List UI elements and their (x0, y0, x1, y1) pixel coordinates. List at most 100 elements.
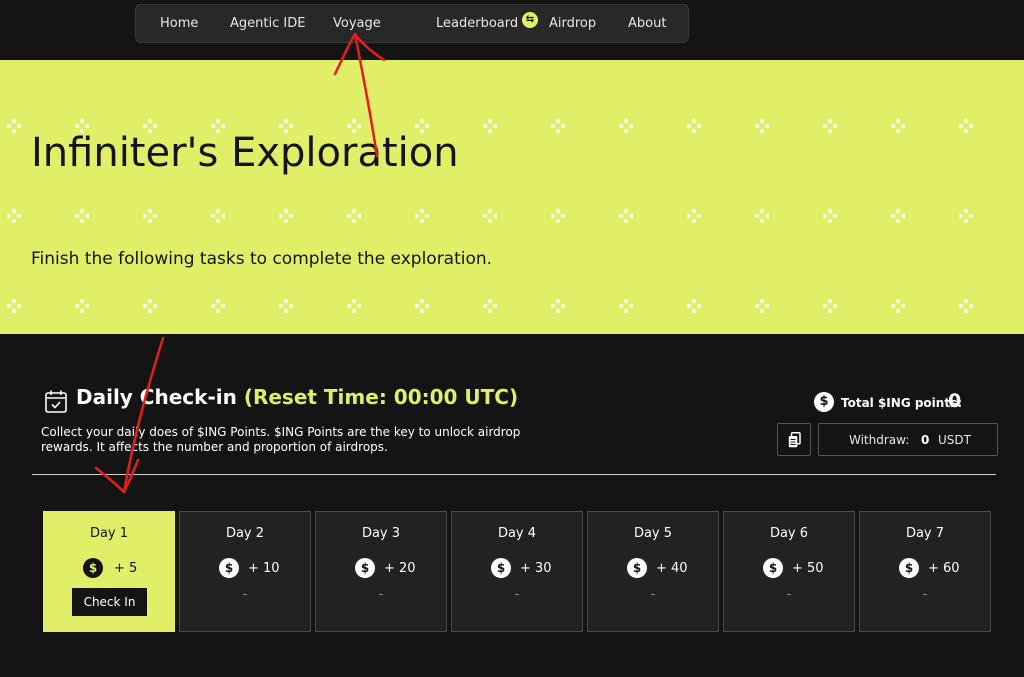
withdraw-button[interactable]: Withdraw: 0 USDT (818, 423, 998, 456)
day-card-5[interactable]: Day 5 $ + 40 - (587, 511, 719, 632)
day-card-6[interactable]: Day 6 $ + 50 - (723, 511, 855, 632)
day-status: - (514, 587, 520, 601)
day-status: - (242, 587, 248, 601)
pattern-glyph (687, 209, 701, 223)
pattern-glyph (755, 299, 769, 313)
day-label: Day 1 (89, 526, 129, 541)
pattern-glyph (891, 119, 905, 133)
pattern-glyph (143, 209, 157, 223)
day-reward: + 40 (656, 561, 688, 576)
hero-title: Infiniter's Exploration (31, 130, 459, 176)
top-nav: Home Agentic IDE Voyage ⇆ Leaderboard Ai… (135, 4, 689, 43)
day-label: Day 3 (361, 526, 401, 541)
pattern-glyph (211, 299, 225, 313)
dollar-coin-icon: $ (83, 558, 103, 578)
hero-subtitle: Finish the following tasks to complete t… (31, 249, 493, 269)
page: Home Agentic IDE Voyage ⇆ Leaderboard Ai… (0, 0, 1024, 677)
pattern-glyph (551, 209, 565, 223)
reset-time: (Reset Time: 00:00 UTC) (243, 385, 519, 409)
pattern-glyph (143, 299, 157, 313)
pattern-glyph (483, 299, 497, 313)
pattern-glyph (75, 209, 89, 223)
copy-icon (788, 432, 801, 448)
day-card-3[interactable]: Day 3 $ + 20 - (315, 511, 447, 632)
pattern-glyph (279, 209, 293, 223)
checkin-description: Collect your daily does of $ING Points. … (41, 425, 521, 454)
pattern-glyph (415, 209, 429, 223)
pattern-glyph (959, 119, 973, 133)
day-reward: + 50 (792, 561, 824, 576)
pattern-glyph (823, 209, 837, 223)
day-label: Day 2 (225, 526, 265, 541)
day-card-1[interactable]: Day 1 $ + 5 Check In (43, 511, 175, 632)
nav-voyage[interactable]: Voyage (333, 5, 381, 42)
pattern-glyph (551, 299, 565, 313)
pattern-glyph (687, 119, 701, 133)
nav-home[interactable]: Home (160, 5, 198, 42)
hero-pattern-decoration (7, 119, 973, 313)
pattern-glyph (483, 209, 497, 223)
nav-airdrop[interactable]: Airdrop (549, 5, 596, 42)
day-status: - (378, 587, 384, 601)
day-status: - (922, 587, 928, 601)
dollar-coin-icon: $ (763, 558, 783, 578)
nav-agentic-ide[interactable]: Agentic IDE (230, 5, 305, 42)
pattern-glyph (415, 299, 429, 313)
day-reward: + 20 (384, 561, 416, 576)
pattern-glyph (823, 299, 837, 313)
day-label: Day 7 (905, 526, 945, 541)
pattern-glyph (959, 209, 973, 223)
pattern-glyph (347, 209, 361, 223)
pattern-glyph (755, 119, 769, 133)
pattern-glyph (619, 299, 633, 313)
hero-banner: Infiniter's Exploration Finish the follo… (0, 60, 1024, 334)
total-points-label: Total $ING points: (841, 396, 963, 410)
dollar-coin-icon: $ (899, 558, 919, 578)
dollar-coin-icon: $ (355, 558, 375, 578)
pattern-glyph (347, 299, 361, 313)
pattern-glyph (7, 299, 21, 313)
annotation-arrow-checkin (122, 336, 165, 494)
section-divider (32, 474, 996, 475)
pattern-glyph (823, 119, 837, 133)
pattern-glyph (7, 119, 21, 133)
dollar-coin-icon: $ (627, 558, 647, 578)
day-label: Day 6 (769, 526, 809, 541)
copy-button[interactable] (777, 423, 811, 456)
withdraw-label: Withdraw: (849, 433, 910, 447)
pattern-glyph (211, 209, 225, 223)
checkin-title: Daily Check-in (76, 385, 237, 409)
pattern-glyph (891, 299, 905, 313)
day-reward: + 10 (248, 561, 280, 576)
day-label: Day 5 (633, 526, 673, 541)
pattern-glyph (891, 209, 905, 223)
nav-about[interactable]: About (628, 5, 666, 42)
withdraw-currency: USDT (938, 433, 971, 447)
day-label: Day 4 (497, 526, 537, 541)
day-reward: + 5 (114, 561, 138, 576)
dollar-coin-icon: $ (491, 558, 511, 578)
day-card-7[interactable]: Day 7 $ + 60 - (859, 511, 991, 632)
pattern-glyph (959, 299, 973, 313)
pattern-glyph (75, 299, 89, 313)
pattern-glyph (755, 209, 769, 223)
day-card-4[interactable]: Day 4 $ + 30 - (451, 511, 583, 632)
pattern-glyph (619, 209, 633, 223)
day-status: - (650, 587, 656, 601)
withdraw-amount: 0 (921, 433, 930, 447)
calendar-check-icon (45, 390, 67, 413)
dollar-coin-icon: $ (814, 392, 834, 412)
day-status: - (786, 587, 792, 601)
day-reward: + 30 (520, 561, 552, 576)
pattern-glyph (7, 209, 21, 223)
day-card-2[interactable]: Day 2 $ + 10 - (179, 511, 311, 632)
check-in-button[interactable]: Check In (72, 588, 147, 616)
pattern-glyph (687, 299, 701, 313)
day-reward: + 60 (928, 561, 960, 576)
total-points-value: 0 (948, 390, 962, 412)
checkin-heading: Daily Check-in (Reset Time: 00:00 UTC) (76, 385, 518, 409)
pattern-glyph (279, 299, 293, 313)
nav-leaderboard[interactable]: Leaderboard (436, 5, 518, 42)
exchange-icon: ⇆ (522, 12, 538, 28)
dollar-coin-icon: $ (219, 558, 239, 578)
